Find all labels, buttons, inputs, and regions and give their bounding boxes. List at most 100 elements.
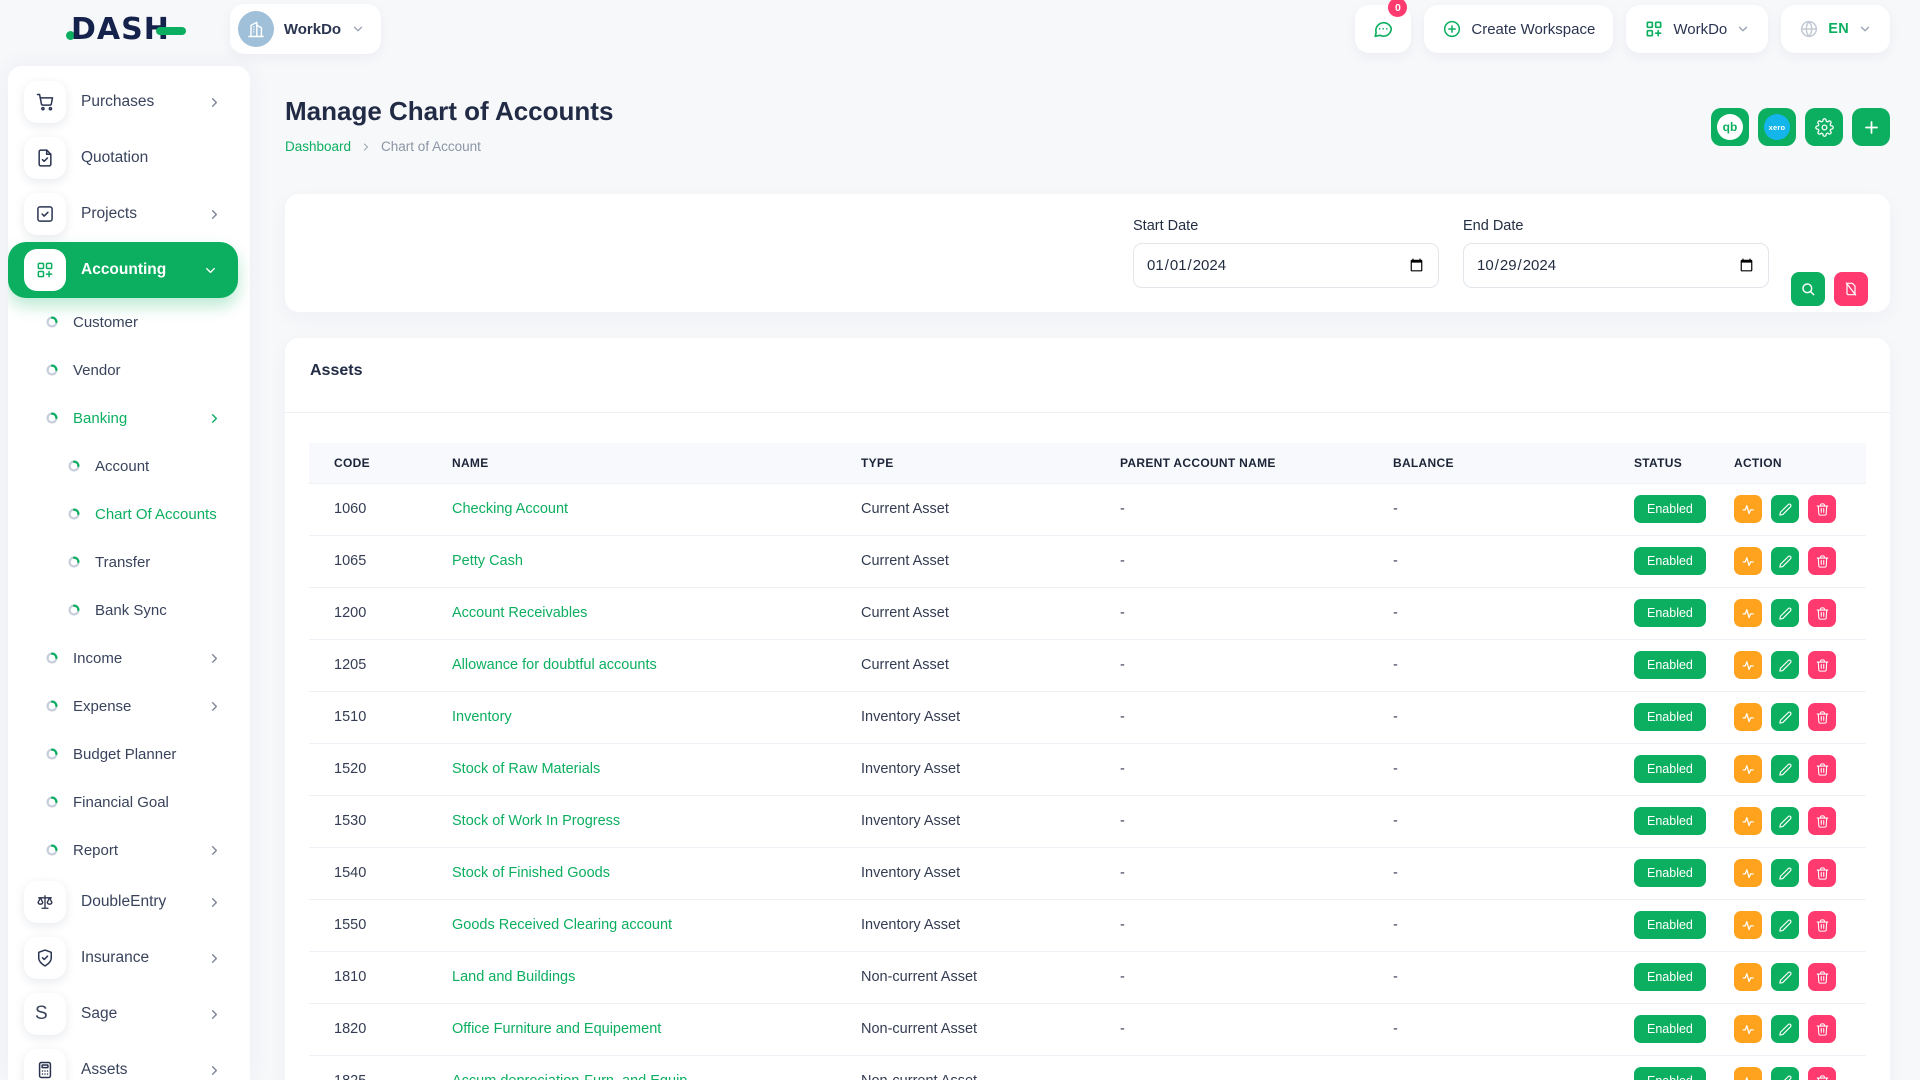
sidebar-item[interactable]: Account [8, 442, 242, 490]
quickbooks-button[interactable]: qb [1711, 108, 1749, 146]
account-name-link[interactable]: Checking Account [452, 501, 568, 517]
add-account-button[interactable] [1852, 108, 1890, 146]
activity-button[interactable] [1734, 807, 1762, 835]
page-header: Manage Chart of Accounts Dashboard Chart… [285, 96, 1890, 154]
filter-panel: Start Date End Date [285, 194, 1890, 312]
activity-button[interactable] [1734, 755, 1762, 783]
start-date-group: Start Date [1133, 218, 1439, 288]
edit-button[interactable] [1771, 1015, 1799, 1043]
search-button[interactable] [1791, 272, 1825, 306]
delete-button[interactable] [1808, 755, 1836, 783]
breadcrumb-dashboard-link[interactable]: Dashboard [285, 139, 351, 154]
chevron-icon [207, 699, 222, 714]
app-menu-button[interactable]: WorkDo [1626, 5, 1768, 53]
account-name-link[interactable]: Land and Buildings [452, 969, 575, 985]
sidebar-item[interactable]: Budget Planner [8, 730, 242, 778]
app-logo[interactable]: DASH [66, 12, 186, 47]
delete-button[interactable] [1808, 963, 1836, 991]
account-name-link[interactable]: Stock of Raw Materials [452, 761, 600, 777]
sidebar-item-icon [46, 652, 58, 664]
edit-button[interactable] [1771, 963, 1799, 991]
sidebar-item[interactable]: Accounting [8, 242, 238, 298]
edit-button[interactable] [1771, 859, 1799, 887]
sidebar-item[interactable]: Transfer [8, 538, 242, 586]
start-date-input[interactable] [1133, 243, 1439, 288]
sidebar-item[interactable]: Projects [8, 186, 242, 242]
xero-button[interactable]: xero [1758, 108, 1796, 146]
account-name-link[interactable]: Stock of Finished Goods [452, 865, 610, 881]
delete-button[interactable] [1808, 547, 1836, 575]
delete-button[interactable] [1808, 1067, 1836, 1080]
account-name-link[interactable]: Petty Cash [452, 553, 523, 569]
cell-parent: - [1095, 639, 1368, 691]
activity-button[interactable] [1734, 1067, 1762, 1080]
sidebar-item[interactable]: Insurance [8, 930, 242, 986]
sidebar-item-icon [24, 137, 66, 179]
sidebar-item[interactable]: Quotation [8, 130, 242, 186]
edit-button[interactable] [1771, 599, 1799, 627]
edit-button[interactable] [1771, 755, 1799, 783]
account-name-link[interactable]: Inventory [452, 709, 512, 725]
sidebar-item[interactable]: Customer [8, 298, 242, 346]
activity-button[interactable] [1734, 859, 1762, 887]
sidebar-item-label: Banking [73, 410, 127, 427]
sidebar-item[interactable]: Banking [8, 394, 242, 442]
account-name-link[interactable]: Account Receivables [452, 605, 587, 621]
edit-button[interactable] [1771, 703, 1799, 731]
delete-button[interactable] [1808, 495, 1836, 523]
messages-button[interactable]: 0 [1355, 5, 1411, 53]
edit-button[interactable] [1771, 651, 1799, 679]
sidebar-item[interactable]: Financial Goal [8, 778, 242, 826]
sidebar-item[interactable]: Income [8, 634, 242, 682]
end-date-input[interactable] [1463, 243, 1769, 288]
sidebar-item-label: Assets [81, 1061, 128, 1079]
sidebar-item[interactable]: Bank Sync [8, 586, 242, 634]
sidebar-item-icon [24, 881, 66, 923]
edit-button[interactable] [1771, 807, 1799, 835]
activity-button[interactable] [1734, 547, 1762, 575]
activity-button[interactable] [1734, 599, 1762, 627]
sidebar-item[interactable]: Vendor [8, 346, 242, 394]
edit-button[interactable] [1771, 495, 1799, 523]
sidebar-item[interactable]: Chart Of Accounts [8, 490, 242, 538]
activity-button[interactable] [1734, 963, 1762, 991]
sidebar-item[interactable]: DoubleEntry [8, 874, 242, 930]
edit-button[interactable] [1771, 911, 1799, 939]
sidebar-item-icon [46, 796, 58, 808]
sidebar-item[interactable]: Report [8, 826, 242, 874]
delete-button[interactable] [1808, 651, 1836, 679]
account-name-link[interactable]: Goods Received Clearing account [452, 917, 672, 933]
sidebar-item[interactable]: Purchases [8, 74, 242, 130]
sidebar-item[interactable]: Assets [8, 1042, 242, 1080]
pulse-icon [1741, 814, 1756, 829]
workspace-selector[interactable]: WorkDo [230, 4, 381, 54]
file-slash-icon [1843, 281, 1859, 297]
sidebar-item-icon [24, 81, 66, 123]
delete-button[interactable] [1808, 599, 1836, 627]
delete-button[interactable] [1808, 911, 1836, 939]
sidebar-item[interactable]: Expense [8, 682, 242, 730]
account-name-link[interactable]: Allowance for doubtful accounts [452, 657, 657, 673]
language-label: EN [1828, 21, 1849, 37]
activity-button[interactable] [1734, 1015, 1762, 1043]
chevron-icon [207, 1063, 222, 1078]
account-name-link[interactable]: Accum.depreciation-Furn. and Equip [452, 1073, 687, 1080]
account-name-link[interactable]: Stock of Work In Progress [452, 813, 620, 829]
delete-button[interactable] [1808, 859, 1836, 887]
sidebar-item[interactable]: S Sage [8, 986, 242, 1042]
activity-button[interactable] [1734, 495, 1762, 523]
settings-button[interactable] [1805, 108, 1843, 146]
delete-button[interactable] [1808, 1015, 1836, 1043]
delete-button[interactable] [1808, 807, 1836, 835]
activity-button[interactable] [1734, 703, 1762, 731]
edit-button[interactable] [1771, 547, 1799, 575]
create-workspace-button[interactable]: Create Workspace [1424, 5, 1613, 53]
reset-filter-button[interactable] [1834, 272, 1868, 306]
account-name-link[interactable]: Office Furniture and Equipement [452, 1021, 661, 1037]
edit-button[interactable] [1771, 1067, 1799, 1080]
activity-button[interactable] [1734, 911, 1762, 939]
delete-button[interactable] [1808, 703, 1836, 731]
sidebar-item-icon [46, 316, 58, 328]
language-selector[interactable]: EN [1781, 5, 1890, 53]
activity-button[interactable] [1734, 651, 1762, 679]
